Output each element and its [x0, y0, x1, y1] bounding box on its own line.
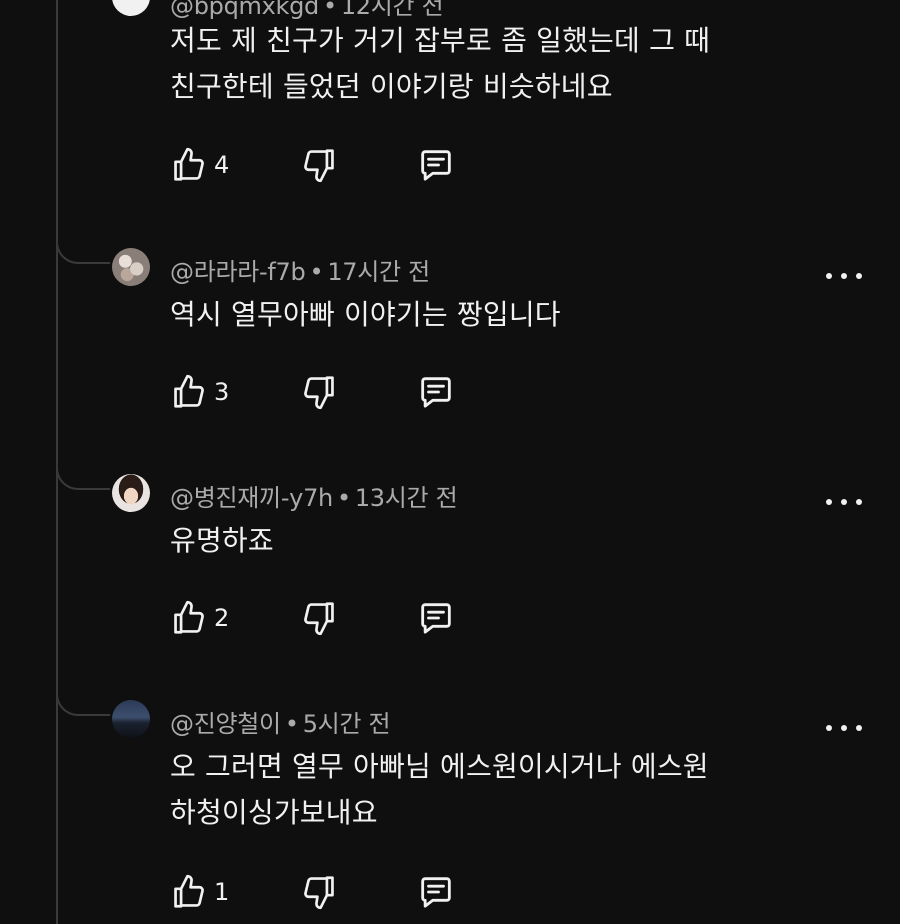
reply-button[interactable] [416, 145, 456, 185]
more-options-icon[interactable] [826, 0, 862, 3]
thread-connector [56, 230, 110, 264]
avatar[interactable] [112, 0, 150, 16]
thread-connector [56, 456, 110, 490]
author-name[interactable]: @bpqmxkgd [170, 0, 319, 20]
avatar[interactable] [112, 248, 150, 286]
author-name[interactable]: @라라라-f7b [170, 258, 306, 286]
like-button[interactable]: 3 [170, 372, 229, 412]
reply-text: 오 그러면 열무 아빠님 에스원이시거나 에스원 하청이싱가보내요 [170, 744, 810, 836]
comment-icon [421, 877, 451, 908]
more-options-icon[interactable] [826, 270, 862, 282]
reply-text-line: 친구한테 들었던 이야기랑 비슷하네요 [170, 70, 613, 103]
reply-text: 저도 제 친구가 거기 잡부로 좀 일했는데 그 때 친구한테 들었던 이야기랑… [170, 18, 810, 110]
reply-text: 유명하죠 [170, 518, 810, 564]
dislike-button[interactable] [300, 372, 338, 412]
timestamp: 5시간 전 [302, 710, 391, 738]
reply-text-line: 역시 열무아빠 이야기는 짱입니다 [170, 298, 561, 331]
reply-meta: @병진재끼-y7h • 13시간 전 [170, 478, 458, 513]
like-button[interactable]: 4 [170, 145, 229, 185]
thumbs-up-icon [174, 874, 204, 908]
more-options-icon[interactable] [826, 722, 862, 734]
reply-text-line: 하청이싱가보내요 [170, 796, 378, 829]
like-button[interactable]: 2 [170, 598, 229, 638]
like-count: 3 [214, 378, 230, 406]
avatar[interactable] [112, 700, 150, 738]
author-name[interactable]: @병진재끼-y7h [170, 484, 333, 512]
comment-icon [421, 150, 451, 181]
reply-text-line: 유명하죠 [170, 524, 274, 557]
thumbs-up-icon [174, 147, 204, 181]
separator-dot: • [284, 710, 299, 738]
reply-meta: @라라라-f7b • 17시간 전 [170, 252, 430, 287]
separator-dot: • [336, 484, 351, 512]
separator-dot: • [322, 0, 337, 20]
thumbs-up-icon [174, 600, 204, 634]
timestamp: 12시간 전 [340, 0, 444, 20]
thread-connector [56, 682, 110, 716]
more-options-icon[interactable] [826, 496, 862, 508]
dislike-button[interactable] [300, 145, 338, 185]
avatar[interactable] [112, 474, 150, 512]
thumbs-down-icon [304, 149, 334, 183]
reply-button[interactable] [416, 372, 456, 412]
dislike-button[interactable] [300, 598, 338, 638]
reply-button[interactable] [416, 598, 456, 638]
reply-text-line: 저도 제 친구가 거기 잡부로 좀 일했는데 그 때 [170, 24, 711, 57]
reply-meta: @진양철이 • 5시간 전 [170, 704, 391, 739]
like-count: 4 [214, 151, 230, 179]
comment-icon [421, 603, 451, 634]
reply-text-line: 오 그러면 열무 아빠님 에스원이시거나 에스원 [170, 750, 709, 783]
separator-dot: • [309, 258, 324, 286]
thumbs-up-icon [174, 374, 204, 408]
author-name[interactable]: @진양철이 [170, 710, 281, 738]
comment-replies-thread: @bpqmxkgd • 12시간 전 저도 제 친구가 거기 잡부로 좀 일했는데 … [0, 0, 900, 924]
like-count: 2 [214, 604, 230, 632]
dislike-button[interactable] [300, 872, 338, 912]
reply-text: 역시 열무아빠 이야기는 짱입니다 [170, 292, 810, 338]
timestamp: 13시간 전 [354, 484, 458, 512]
thumbs-down-icon [304, 376, 334, 410]
like-button[interactable]: 1 [170, 872, 229, 912]
thumbs-down-icon [304, 602, 334, 636]
like-count: 1 [214, 878, 230, 906]
reply-button[interactable] [416, 872, 456, 912]
comment-icon [421, 377, 451, 408]
thumbs-down-icon [304, 876, 334, 910]
timestamp: 17시간 전 [327, 258, 430, 286]
